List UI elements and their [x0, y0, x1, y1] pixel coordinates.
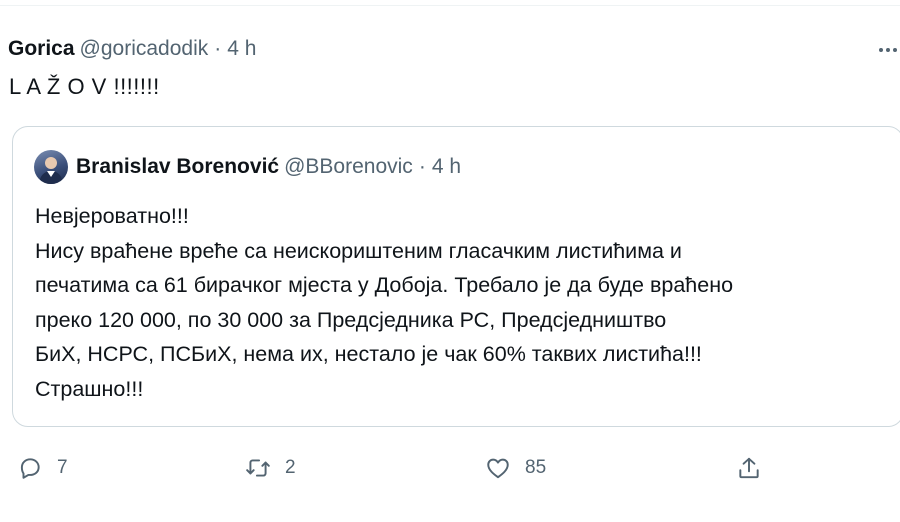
quoted-tweet-time[interactable]: 4 h	[432, 155, 461, 179]
reply-count: 7	[57, 457, 68, 478]
retweet-count: 2	[285, 457, 296, 478]
quoted-author-handle[interactable]: @BBorenovic	[284, 155, 413, 179]
quoted-text-line: печатима са 61 бирачког мјеста у Добоја.…	[35, 273, 734, 297]
more-options-button[interactable]	[876, 38, 900, 62]
quoted-author-name[interactable]: Branislav Borenović	[76, 155, 279, 179]
reply-icon	[20, 458, 40, 479]
share-button[interactable]	[736, 450, 762, 486]
like-icon	[487, 458, 509, 479]
reply-button[interactable]: 7	[17, 450, 68, 486]
quoted-text-line: Невјероватно!!!	[35, 204, 189, 228]
quoted-tweet[interactable]: Branislav Borenović @BBorenovic · 4 h Не…	[12, 126, 900, 427]
share-icon	[739, 457, 759, 479]
quoted-tweet-text: Невјероватно!!! Нису враћене вреће са не…	[35, 199, 895, 406]
avatar[interactable]	[34, 150, 68, 184]
retweet-button[interactable]: 2	[245, 450, 296, 486]
tweet-text: L A Ž O V !!!!!!!	[9, 74, 160, 99]
quoted-text-line: БиХ, НСРС, ПСБиХ, нема их, нестало је ча…	[35, 342, 702, 366]
separator-dot: ·	[214, 37, 222, 60]
tweet: Gorica @goricadodik · 4 h L A Ž O V !!!!…	[0, 0, 900, 522]
avatar-image	[39, 157, 63, 184]
author-name[interactable]: Gorica	[8, 37, 75, 61]
retweet-icon	[246, 459, 270, 477]
separator-dot: ·	[418, 155, 426, 178]
divider	[0, 5, 900, 6]
quoted-text-line: преко 120 000, по 30 000 за Предсједника…	[35, 307, 667, 332]
like-count: 85	[525, 457, 547, 478]
quoted-text-line: Страшно!!!	[35, 376, 144, 401]
quoted-tweet-header: Branislav Borenović @BBorenovic · 4 h	[76, 154, 461, 180]
tweet-time[interactable]: 4 h	[227, 37, 256, 61]
quoted-text-line: Нису враћене вреће са неискориштеним гла…	[35, 238, 682, 263]
action-bar: 7 2 85	[0, 450, 900, 486]
author-handle[interactable]: @goricadodik	[80, 37, 209, 61]
tweet-header: Gorica @goricadodik · 4 h	[8, 36, 256, 62]
more-horizontal-icon	[879, 48, 897, 52]
like-button[interactable]: 85	[485, 450, 546, 486]
